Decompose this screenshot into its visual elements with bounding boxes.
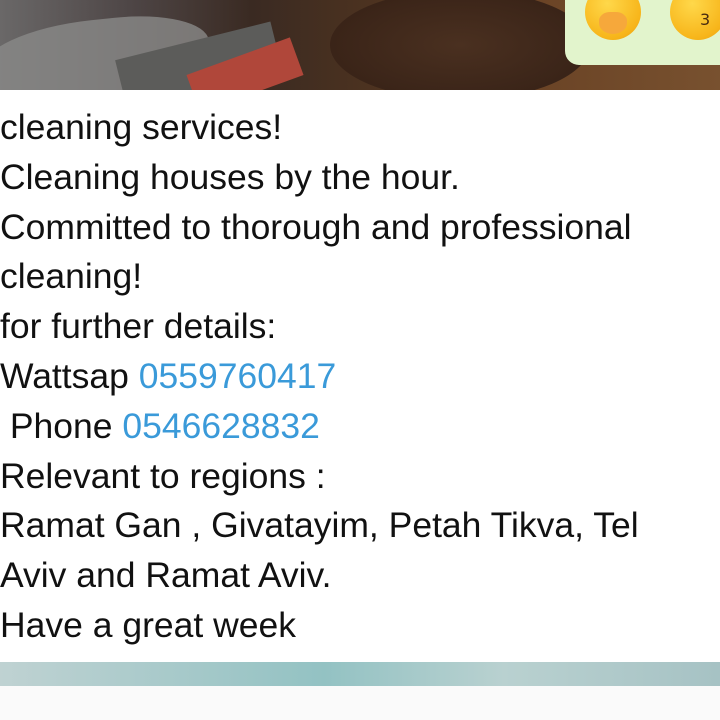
chat-screen: 3 cleaning services! Cleaning houses by … bbox=[0, 0, 720, 720]
phone-number-link[interactable]: 0546628832 bbox=[122, 406, 319, 446]
phone-label: Phone bbox=[0, 405, 123, 446]
hand-shape bbox=[599, 12, 627, 34]
message-line: Relevant to regions : bbox=[0, 455, 326, 496]
kiss-glyph: 3 bbox=[700, 10, 711, 29]
message-line: cleaning! bbox=[0, 256, 143, 297]
message-bubble-text: cleaning services! Cleaning houses by th… bbox=[0, 103, 720, 651]
message-line-whatsapp: Wattsap 0559760417 bbox=[0, 352, 720, 402]
whatsapp-label: Wattsap bbox=[0, 355, 139, 396]
message-line: Aviv and Ramat Aviv. bbox=[0, 555, 332, 596]
message-line: Committed to thorough and professional bbox=[0, 206, 632, 247]
next-message-photo[interactable] bbox=[0, 662, 720, 686]
next-message-area bbox=[0, 686, 720, 720]
photo-detail bbox=[330, 0, 590, 90]
message-line: cleaning services! bbox=[0, 107, 283, 147]
message-line-phone: Phone 0546628832 bbox=[0, 402, 720, 452]
message-line: for further details: bbox=[0, 306, 277, 347]
message-line: Have a great week bbox=[0, 604, 296, 645]
whatsapp-number-link[interactable]: 0559760417 bbox=[139, 356, 336, 396]
message-line: Cleaning houses by the hour. bbox=[0, 156, 460, 197]
message-line: Ramat Gan , Givatayim, Petah Tikva, Tel bbox=[0, 505, 639, 546]
